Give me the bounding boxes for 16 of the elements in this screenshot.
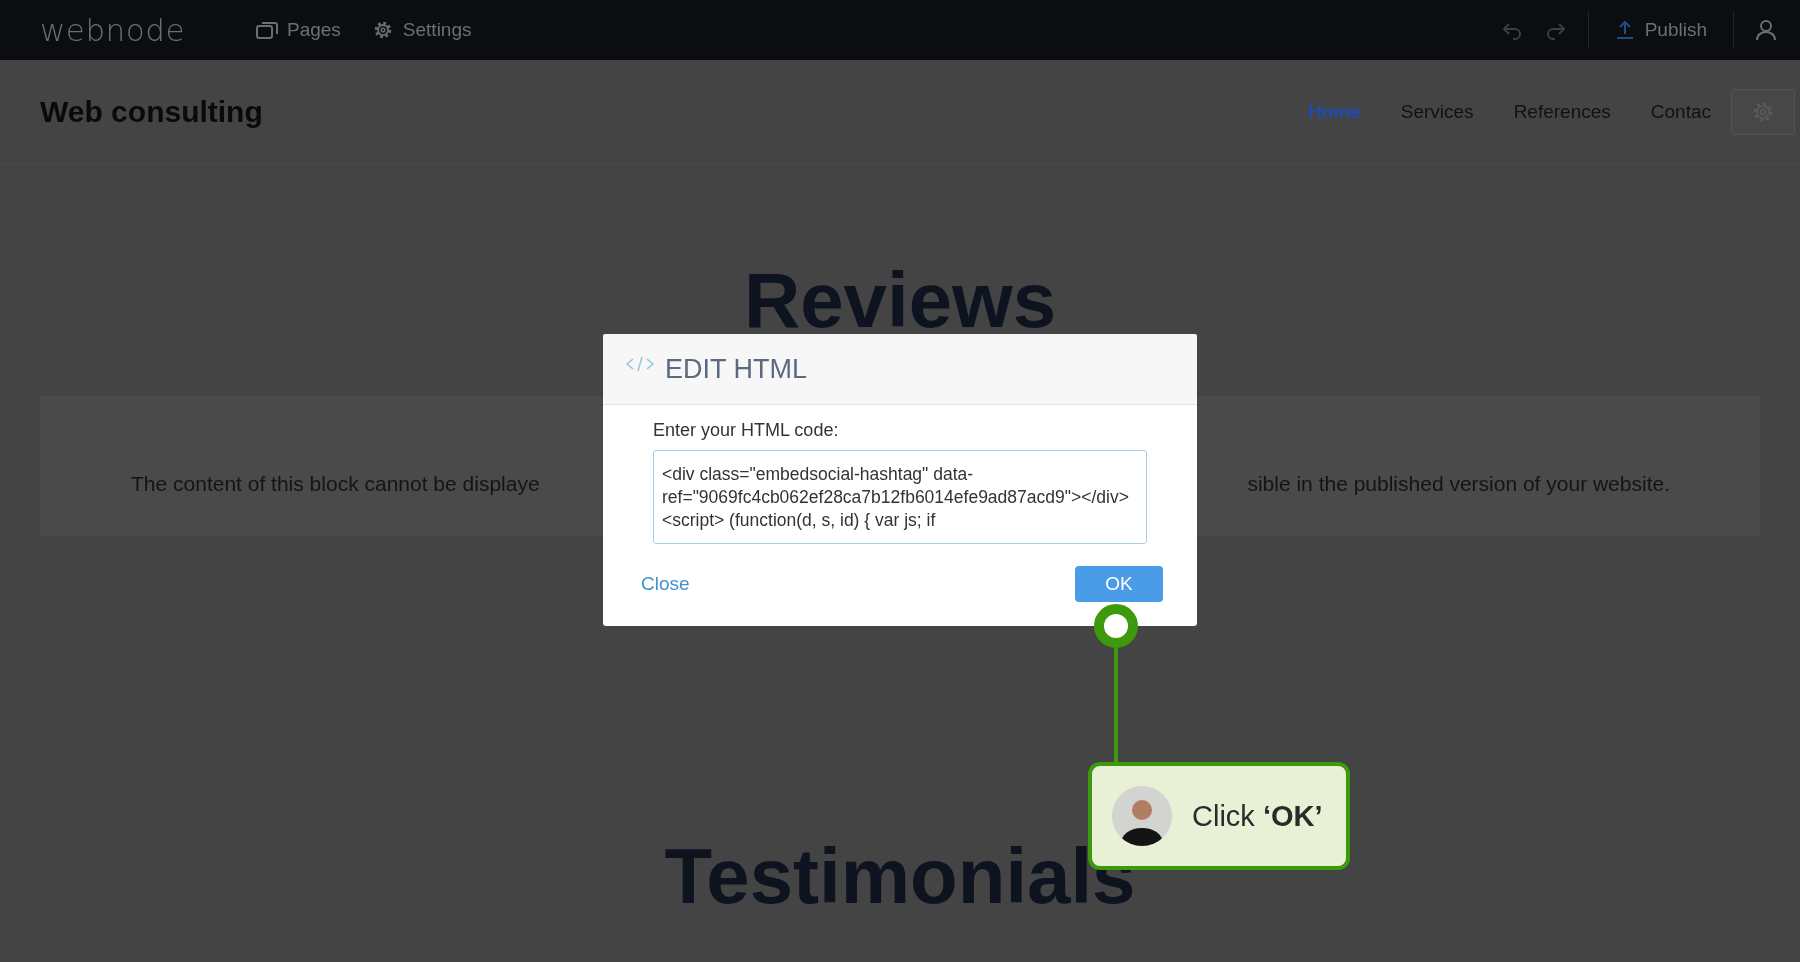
menu-button[interactable]: Settings: [370, 19, 472, 41]
menu-button[interactable]: Pages: [254, 19, 341, 41]
site-title: Web consulting: [40, 95, 264, 129]
publish-button[interactable]: Publish: [1598, 19, 1723, 41]
field-label: Enter your HTML code:: [653, 420, 840, 441]
callout-text: Click ‘OK’: [1192, 799, 1323, 833]
close-link[interactable]: Close: [641, 573, 690, 595]
code-icon: [625, 354, 655, 374]
dialog-title: EDIT HTML: [665, 353, 807, 385]
ok-button[interactable]: OK: [1075, 566, 1163, 602]
pages-icon: [254, 19, 279, 41]
code-input-field[interactable]: <div class="embedsocial-hashtag" data-ref="9069fc4cb062ef28ca7b12fb6014efe9ad87acd9"></div> <script> (function(d, s, id) { var js; if: [653, 450, 1147, 544]
user-icon: [1755, 19, 1777, 41]
upload-icon: [1614, 20, 1635, 40]
avatar: [1112, 786, 1172, 846]
logo: webnode: [40, 12, 185, 48]
